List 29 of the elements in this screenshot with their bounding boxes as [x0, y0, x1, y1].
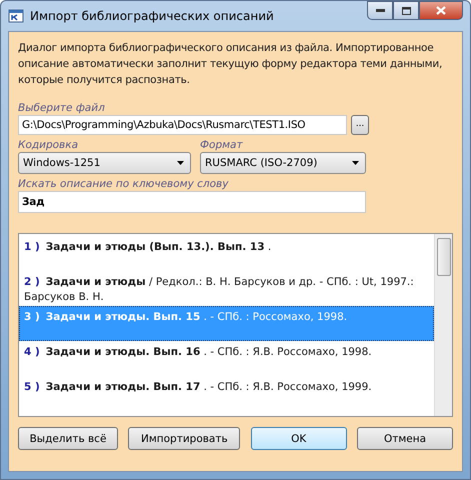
- dialog-button[interactable]: Выделить всё: [18, 427, 118, 450]
- dialog-button[interactable]: Импортировать: [128, 427, 240, 450]
- dropdown-arrow-icon: [352, 161, 359, 165]
- list-item[interactable]: 5 ) Задачи и этюды. Вып. 17 . - СПб. : Я.В. Россомахо, 1999.: [19, 376, 434, 411]
- dialog-button[interactable]: Отмена: [356, 427, 453, 450]
- dropdown-arrow-icon: [177, 161, 184, 165]
- maximize-button[interactable]: [393, 1, 419, 20]
- file-path-field[interactable]: G:\Docs\Programming\Azbuka\Docs\Rusmarc\TEST1.ISO: [18, 115, 347, 135]
- field-label: Выберите файл: [18, 102, 106, 114]
- list-item[interactable]: 1 ) Задачи и этюды (Вып. 13.). Вып. 13.: [19, 236, 434, 271]
- field-label: Искать описание по ключевому слову: [18, 178, 230, 190]
- encoding-dropdown[interactable]: Windows-1251: [18, 152, 191, 174]
- field-label: Формат: [200, 139, 244, 151]
- description-text: Диалог импорта библиографического описания из файла. Импортированное описание автоматически заполнит текущую форму редактора теми данными, которые получится распознать.: [18, 41, 444, 88]
- minimize-button[interactable]: [367, 1, 393, 20]
- list-item[interactable]: 2 ) Задачи и этюды / Редкол.: В. Н. Барсуков и др. - СПб. : Ut, 1997.: Барсуков В. Н.: [19, 271, 434, 306]
- maximize-icon: [402, 6, 410, 14]
- format-dropdown[interactable]: RUSMARC (ISO-2709): [200, 152, 366, 174]
- close-icon: [436, 6, 446, 15]
- list-item[interactable]: 4 ) Задачи и этюды. Вып. 16 . - СПб. : Я.В. Россомахо, 1998.: [19, 341, 434, 376]
- field-label: Кодировка: [18, 139, 80, 151]
- app-icon: [8, 8, 24, 24]
- close-button[interactable]: [419, 1, 463, 20]
- search-field[interactable]: Зад: [18, 191, 366, 213]
- window-title: Импорт библиографических описаний: [30, 9, 274, 23]
- browse-button[interactable]: ...: [351, 115, 369, 135]
- dialog-button[interactable]: OK: [250, 427, 347, 450]
- minimize-icon: [376, 9, 384, 12]
- scrollbar[interactable]: [434, 234, 452, 416]
